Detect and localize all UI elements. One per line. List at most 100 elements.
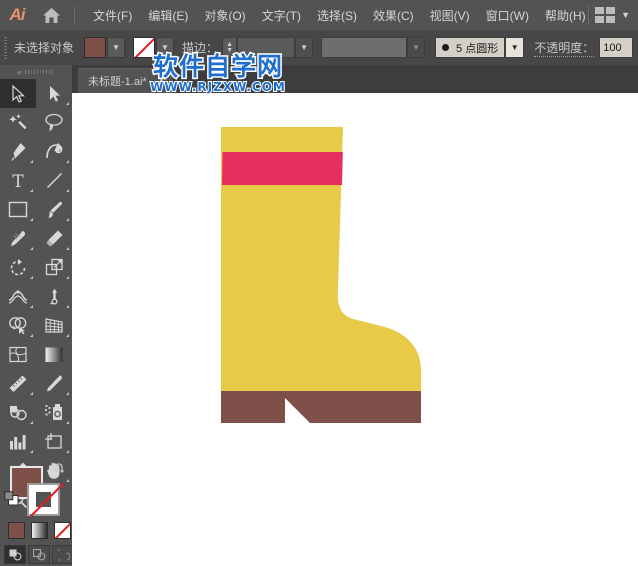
stroke-swatch-control[interactable]: [133, 37, 155, 58]
brush-preview-icon: [442, 44, 449, 51]
drawing-mode-buttons: [4, 545, 74, 564]
tool-width[interactable]: [0, 282, 36, 311]
default-fill-stroke-icon[interactable]: [4, 491, 19, 511]
collapse-chevron-icon[interactable]: «: [17, 68, 22, 77]
chevron-down-icon[interactable]: ▼: [621, 10, 630, 20]
flyout-indicator: [30, 276, 33, 279]
tool-paintbrush[interactable]: [36, 195, 72, 224]
grip-dots: [25, 70, 55, 74]
flyout-indicator: [66, 160, 69, 163]
tool-rotate[interactable]: [0, 253, 36, 282]
stroke-weight-chevron-icon[interactable]: ▼: [295, 37, 313, 58]
flyout-indicator: [66, 247, 69, 250]
home-icon[interactable]: [34, 0, 68, 30]
menu-item-select[interactable]: 选择(S): [309, 3, 365, 28]
control-bar-grip[interactable]: [0, 30, 10, 65]
document-tab-label: 未标题-1.ai*: [88, 73, 147, 89]
flyout-indicator: [30, 189, 33, 192]
fill-swatch-control[interactable]: [84, 37, 106, 58]
menu-item-file[interactable]: 文件(F): [85, 3, 140, 28]
menu-item-window[interactable]: 窗口(W): [478, 3, 537, 28]
selection-status-label: 未选择对象: [14, 39, 74, 56]
tool-free-transform[interactable]: [36, 282, 72, 311]
menu-item-view[interactable]: 视图(V): [422, 3, 478, 28]
tool-column-graph[interactable]: [0, 427, 36, 456]
document-tab[interactable]: 未标题-1.ai* ✕: [78, 68, 174, 93]
flyout-indicator: [66, 421, 69, 424]
stroke-profile-chevron-icon[interactable]: ▼: [407, 37, 425, 58]
color-mode-button[interactable]: [8, 522, 25, 539]
brush-chevron-icon[interactable]: ▼: [505, 37, 524, 58]
stroke-color-swatch[interactable]: [27, 483, 60, 516]
tool-blend[interactable]: [0, 398, 36, 427]
tools-panel-grip[interactable]: «: [0, 65, 72, 79]
tool-magic-wand[interactable]: [0, 108, 36, 137]
boot-stripe-shape: [222, 152, 343, 185]
tool-symbol-sprayer[interactable]: [36, 398, 72, 427]
tool-lasso[interactable]: [36, 108, 72, 137]
menu-item-list: 文件(F) 编辑(E) 对象(O) 文字(T) 选择(S) 效果(C) 视图(V…: [85, 3, 594, 28]
color-mode-buttons: [8, 522, 71, 539]
flyout-indicator: [66, 218, 69, 221]
none-mode-button[interactable]: [54, 522, 71, 539]
tool-pen[interactable]: [0, 137, 36, 166]
brush-definition-field[interactable]: 5 点圆形: [435, 37, 505, 58]
workspace-layout-icon[interactable]: [595, 7, 615, 23]
close-icon[interactable]: ✕: [157, 76, 166, 86]
tool-gradient[interactable]: [36, 340, 72, 369]
tool-shape-builder[interactable]: [0, 311, 36, 340]
stroke-weight-label: 描边：: [182, 39, 218, 56]
draw-normal-button[interactable]: [4, 545, 26, 564]
menu-divider: [74, 6, 75, 24]
stroke-profile-input[interactable]: [321, 37, 407, 58]
flyout-indicator: [66, 450, 69, 453]
tool-scale[interactable]: [36, 253, 72, 282]
tool-selection[interactable]: [0, 79, 36, 108]
stroke-weight-stepper[interactable]: ▲▼: [222, 37, 237, 58]
tool-perspective-grid[interactable]: [36, 311, 72, 340]
tool-mesh[interactable]: [0, 340, 36, 369]
flyout-indicator: [66, 189, 69, 192]
artboard-canvas[interactable]: [72, 93, 638, 566]
menu-bar: Ai 文件(F) 编辑(E) 对象(O) 文字(T) 选择(S) 效果(C) 视…: [0, 0, 638, 30]
tool-type[interactable]: T: [0, 166, 36, 195]
tool-blob-brush[interactable]: [0, 224, 36, 253]
opacity-input[interactable]: 100: [599, 37, 633, 58]
gradient-mode-button[interactable]: [31, 522, 48, 539]
swap-fill-stroke-icon[interactable]: [53, 463, 66, 481]
flyout-indicator: [66, 334, 69, 337]
fill-dropdown-chevron-icon[interactable]: ▼: [107, 37, 125, 58]
illustrator-window: Ai 文件(F) 编辑(E) 对象(O) 文字(T) 选择(S) 效果(C) 视…: [0, 0, 638, 566]
app-logo: Ai: [0, 0, 34, 30]
flyout-indicator: [30, 421, 33, 424]
tool-grid: T: [0, 79, 72, 514]
boot-sole-shape: [221, 391, 421, 423]
tool-artboard[interactable]: [36, 427, 72, 456]
flyout-indicator: [30, 218, 33, 221]
tool-curvature[interactable]: [36, 137, 72, 166]
menu-item-object[interactable]: 对象(O): [196, 3, 253, 28]
menu-item-effect[interactable]: 效果(C): [365, 3, 422, 28]
stroke-weight-input[interactable]: [237, 37, 295, 58]
draw-behind-button[interactable]: [28, 545, 50, 564]
document-tab-bar: 未标题-1.ai* ✕: [72, 65, 638, 93]
tool-direct-selection[interactable]: [36, 79, 72, 108]
tool-measure[interactable]: [0, 369, 36, 398]
menu-divider-right: [588, 6, 589, 24]
flyout-indicator: [66, 102, 69, 105]
menu-item-type[interactable]: 文字(T): [254, 3, 309, 28]
tool-eyedropper[interactable]: [36, 369, 72, 398]
tool-rectangle[interactable]: [0, 195, 36, 224]
flyout-indicator: [30, 450, 33, 453]
flyout-indicator: [66, 276, 69, 279]
opacity-label: 不透明度：: [534, 39, 594, 57]
draw-inside-button[interactable]: [52, 545, 74, 564]
color-controls: [0, 460, 72, 566]
menu-item-edit[interactable]: 编辑(E): [140, 3, 196, 28]
flyout-indicator: [30, 392, 33, 395]
control-bar: 未选择对象 ▼ ▼ 描边： ▲▼ ▼ ▼ 5 点圆形 ▼ 不透明度： 100: [0, 30, 638, 66]
tool-eraser[interactable]: [36, 224, 72, 253]
tool-line-segment[interactable]: [36, 166, 72, 195]
flyout-indicator: [30, 160, 33, 163]
stroke-dropdown-chevron-icon[interactable]: ▼: [156, 37, 174, 58]
